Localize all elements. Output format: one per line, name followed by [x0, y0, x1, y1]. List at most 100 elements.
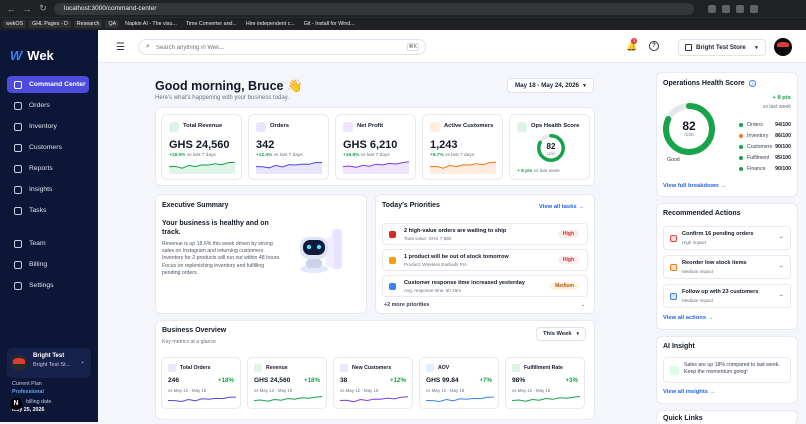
kpi-title: Active Customers — [444, 123, 494, 129]
priorities-card: Today's Priorities View all tasks → 2 hi… — [375, 194, 595, 314]
forward-icon[interactable]: → — [22, 4, 32, 14]
sidebar-item-reports[interactable]: Reports — [7, 160, 89, 177]
metric-icon — [340, 364, 348, 372]
action-icon — [670, 264, 677, 271]
bookmark[interactable]: Git - Install for Wind... — [301, 20, 358, 28]
metric-subtitle: vs May 12 - May 18 — [254, 388, 293, 393]
search-input[interactable] — [156, 42, 356, 53]
profile-icon[interactable] — [750, 4, 758, 13]
metric-value: GHS 99.84 — [426, 377, 459, 384]
extension-icon[interactable] — [736, 4, 744, 13]
back-icon[interactable]: ← — [6, 4, 16, 14]
metric-sparkline — [512, 396, 580, 402]
kpi-card[interactable]: Net Profit GHS 6,210 +16.8% vs last 7 day… — [335, 114, 416, 180]
reload-icon[interactable]: ↻ — [38, 3, 48, 14]
score-value: 90/100 — [775, 144, 791, 150]
kpi-value: GHS 24,560 — [169, 139, 230, 151]
tasks-icon — [14, 206, 22, 215]
more-priorities-link[interactable]: +2 more priorities — [384, 302, 429, 308]
kpi-icon — [256, 122, 266, 132]
metric-card[interactable]: New Customers 38 +12% vs May 12 - May 18 — [333, 357, 413, 409]
kpi-change-suffix: vs last 7 days — [186, 153, 216, 158]
page-subtitle: Here's what's happening with your busine… — [155, 95, 289, 101]
priority-item[interactable]: 1 product will be out of stock tomorrow … — [382, 249, 588, 271]
priority-item[interactable]: Customer response time increased yesterd… — [382, 275, 588, 297]
score-label: Orders — [747, 122, 763, 128]
action-item[interactable]: Follow up with 23 customers Medium impac… — [663, 284, 791, 308]
sidebar-item-inventory[interactable]: Inventory — [7, 118, 89, 135]
view-all-actions-link[interactable]: View all actions → — [663, 315, 713, 321]
kpi-title: Net Profit — [357, 123, 384, 129]
kpi-change: +9.7% vs last 7 days — [430, 153, 474, 158]
bookmark[interactable]: Time Converter and... — [183, 20, 240, 28]
score-row: Fulfilment 95/100 — [739, 155, 791, 161]
date-range-picker[interactable]: May 18 - May 24, 2026 ▼ — [507, 78, 594, 93]
avatar[interactable] — [774, 38, 792, 56]
ops-health-score: 82 — [682, 119, 696, 133]
brand-logo[interactable]: W Wek — [10, 48, 54, 63]
bookmark[interactable]: Napkin AI - The visu... — [122, 20, 180, 28]
priority-title: 1 product will be out of stock tomorrow — [404, 254, 509, 260]
sidebar-item-customers[interactable]: Customers — [7, 139, 89, 156]
info-icon[interactable]: i — [749, 80, 756, 87]
action-item[interactable]: Reorder low stock items Medium impact → — [663, 255, 791, 279]
user-switcher[interactable]: Bright Test Bright Test St... ⌄ — [7, 348, 91, 378]
sidebar-item-insights[interactable]: Insights — [7, 181, 89, 198]
view-full-breakdown-link[interactable]: View full breakdown → — [663, 183, 726, 189]
metric-title: Fulfillment Rate — [524, 365, 563, 371]
bookmark[interactable]: wekOS — [3, 20, 27, 28]
chevron-down-icon[interactable]: ⌄ — [581, 302, 585, 308]
kpi-icon — [343, 122, 353, 132]
kpi-change-value: +12.4% — [256, 153, 273, 158]
extension-icons — [708, 4, 758, 13]
period-selector[interactable]: This Week ▼ — [536, 327, 586, 341]
bookmark[interactable]: GHL Pages - D — [29, 20, 71, 28]
view-all-tasks-link[interactable]: View all tasks → — [539, 204, 584, 210]
bookmark[interactable]: Research — [73, 20, 103, 28]
priority-item[interactable]: 2 high-value orders are waiting to ship … — [382, 223, 588, 245]
extension-icon[interactable] — [708, 4, 716, 13]
score-label: Fulfilment — [747, 155, 770, 161]
ai-insight-box: Sales are up 18% compared to last week. … — [663, 357, 791, 383]
kpi-change-suffix: vs last week — [533, 169, 560, 174]
action-item[interactable]: Confirm 16 pending orders High impact → — [663, 226, 791, 250]
executive-summary-card: Executive Summary Your business is healt… — [155, 194, 367, 314]
metric-card[interactable]: Revenue GHS 24,560 +18% vs May 12 - May … — [247, 357, 327, 409]
ai-insight-card: AI Insight Sales are up 18% compared to … — [656, 336, 798, 404]
sidebar-item-team[interactable]: Team — [7, 235, 89, 252]
bell-icon[interactable]: 🔔 3 — [626, 38, 637, 52]
kpi-card[interactable]: Active Customers 1,243 +9.7% vs last 7 da… — [422, 114, 503, 180]
score-row: Customers 90/100 — [739, 144, 791, 150]
kpi-card[interactable]: Ops Health Score 82 /100 + 8 pts vs last… — [509, 114, 590, 180]
metric-subtitle: vs May 12 - May 18 — [426, 388, 465, 393]
extension-icon[interactable] — [722, 4, 730, 13]
next-dev-icon[interactable]: N — [10, 398, 22, 410]
status-dot — [739, 167, 743, 171]
sidebar-item-command-center[interactable]: Command Center — [7, 76, 89, 93]
help-icon[interactable]: ? — [649, 41, 659, 51]
kpi-card[interactable]: Total Revenue GHS 24,560 +18.6% vs last 7… — [161, 114, 242, 180]
store-label: Bright Test Store — [696, 44, 746, 51]
address-bar[interactable]: localhost:3000/command-center — [54, 2, 694, 15]
menu-icon[interactable]: ☰ — [116, 42, 125, 53]
ai-insight-text: Sales are up 18% compared to last week. … — [684, 362, 780, 375]
kpi-sparkline — [256, 162, 322, 174]
gear-icon — [14, 281, 22, 290]
sidebar-item-billing[interactable]: Billing — [7, 256, 89, 273]
metric-card[interactable]: Total Orders 246 +18% vs May 12 - May 18 — [161, 357, 241, 409]
bookmark[interactable]: Hire independent c... — [243, 20, 298, 28]
metric-card[interactable]: Fulfillment Rate 98% +3% vs May 12 - May… — [505, 357, 585, 409]
store-selector[interactable]: Bright Test Store ▼ — [678, 39, 766, 56]
ops-health-card: Operations Health Score i + 8 pts vs las… — [656, 72, 798, 197]
shortcut-hint: ⌘K — [406, 43, 419, 51]
bookmark[interactable]: QA — [105, 20, 120, 28]
sidebar-item-tasks[interactable]: Tasks — [7, 202, 89, 219]
kpi-card[interactable]: Orders 342 +12.4% vs last 7 days — [248, 114, 329, 180]
priority-title: Customer response time increased yesterd… — [404, 280, 525, 286]
search-bar[interactable]: ⌕ ⌘K — [138, 39, 426, 55]
sidebar-item-settings[interactable]: Settings — [7, 277, 89, 294]
metric-card[interactable]: AOV GHS 99.84 +7% vs May 12 - May 18 — [419, 357, 499, 409]
kpi-value: 342 — [256, 139, 275, 151]
sidebar-item-orders[interactable]: Orders — [7, 97, 89, 114]
view-all-insights-link[interactable]: View all insights → — [663, 389, 715, 395]
